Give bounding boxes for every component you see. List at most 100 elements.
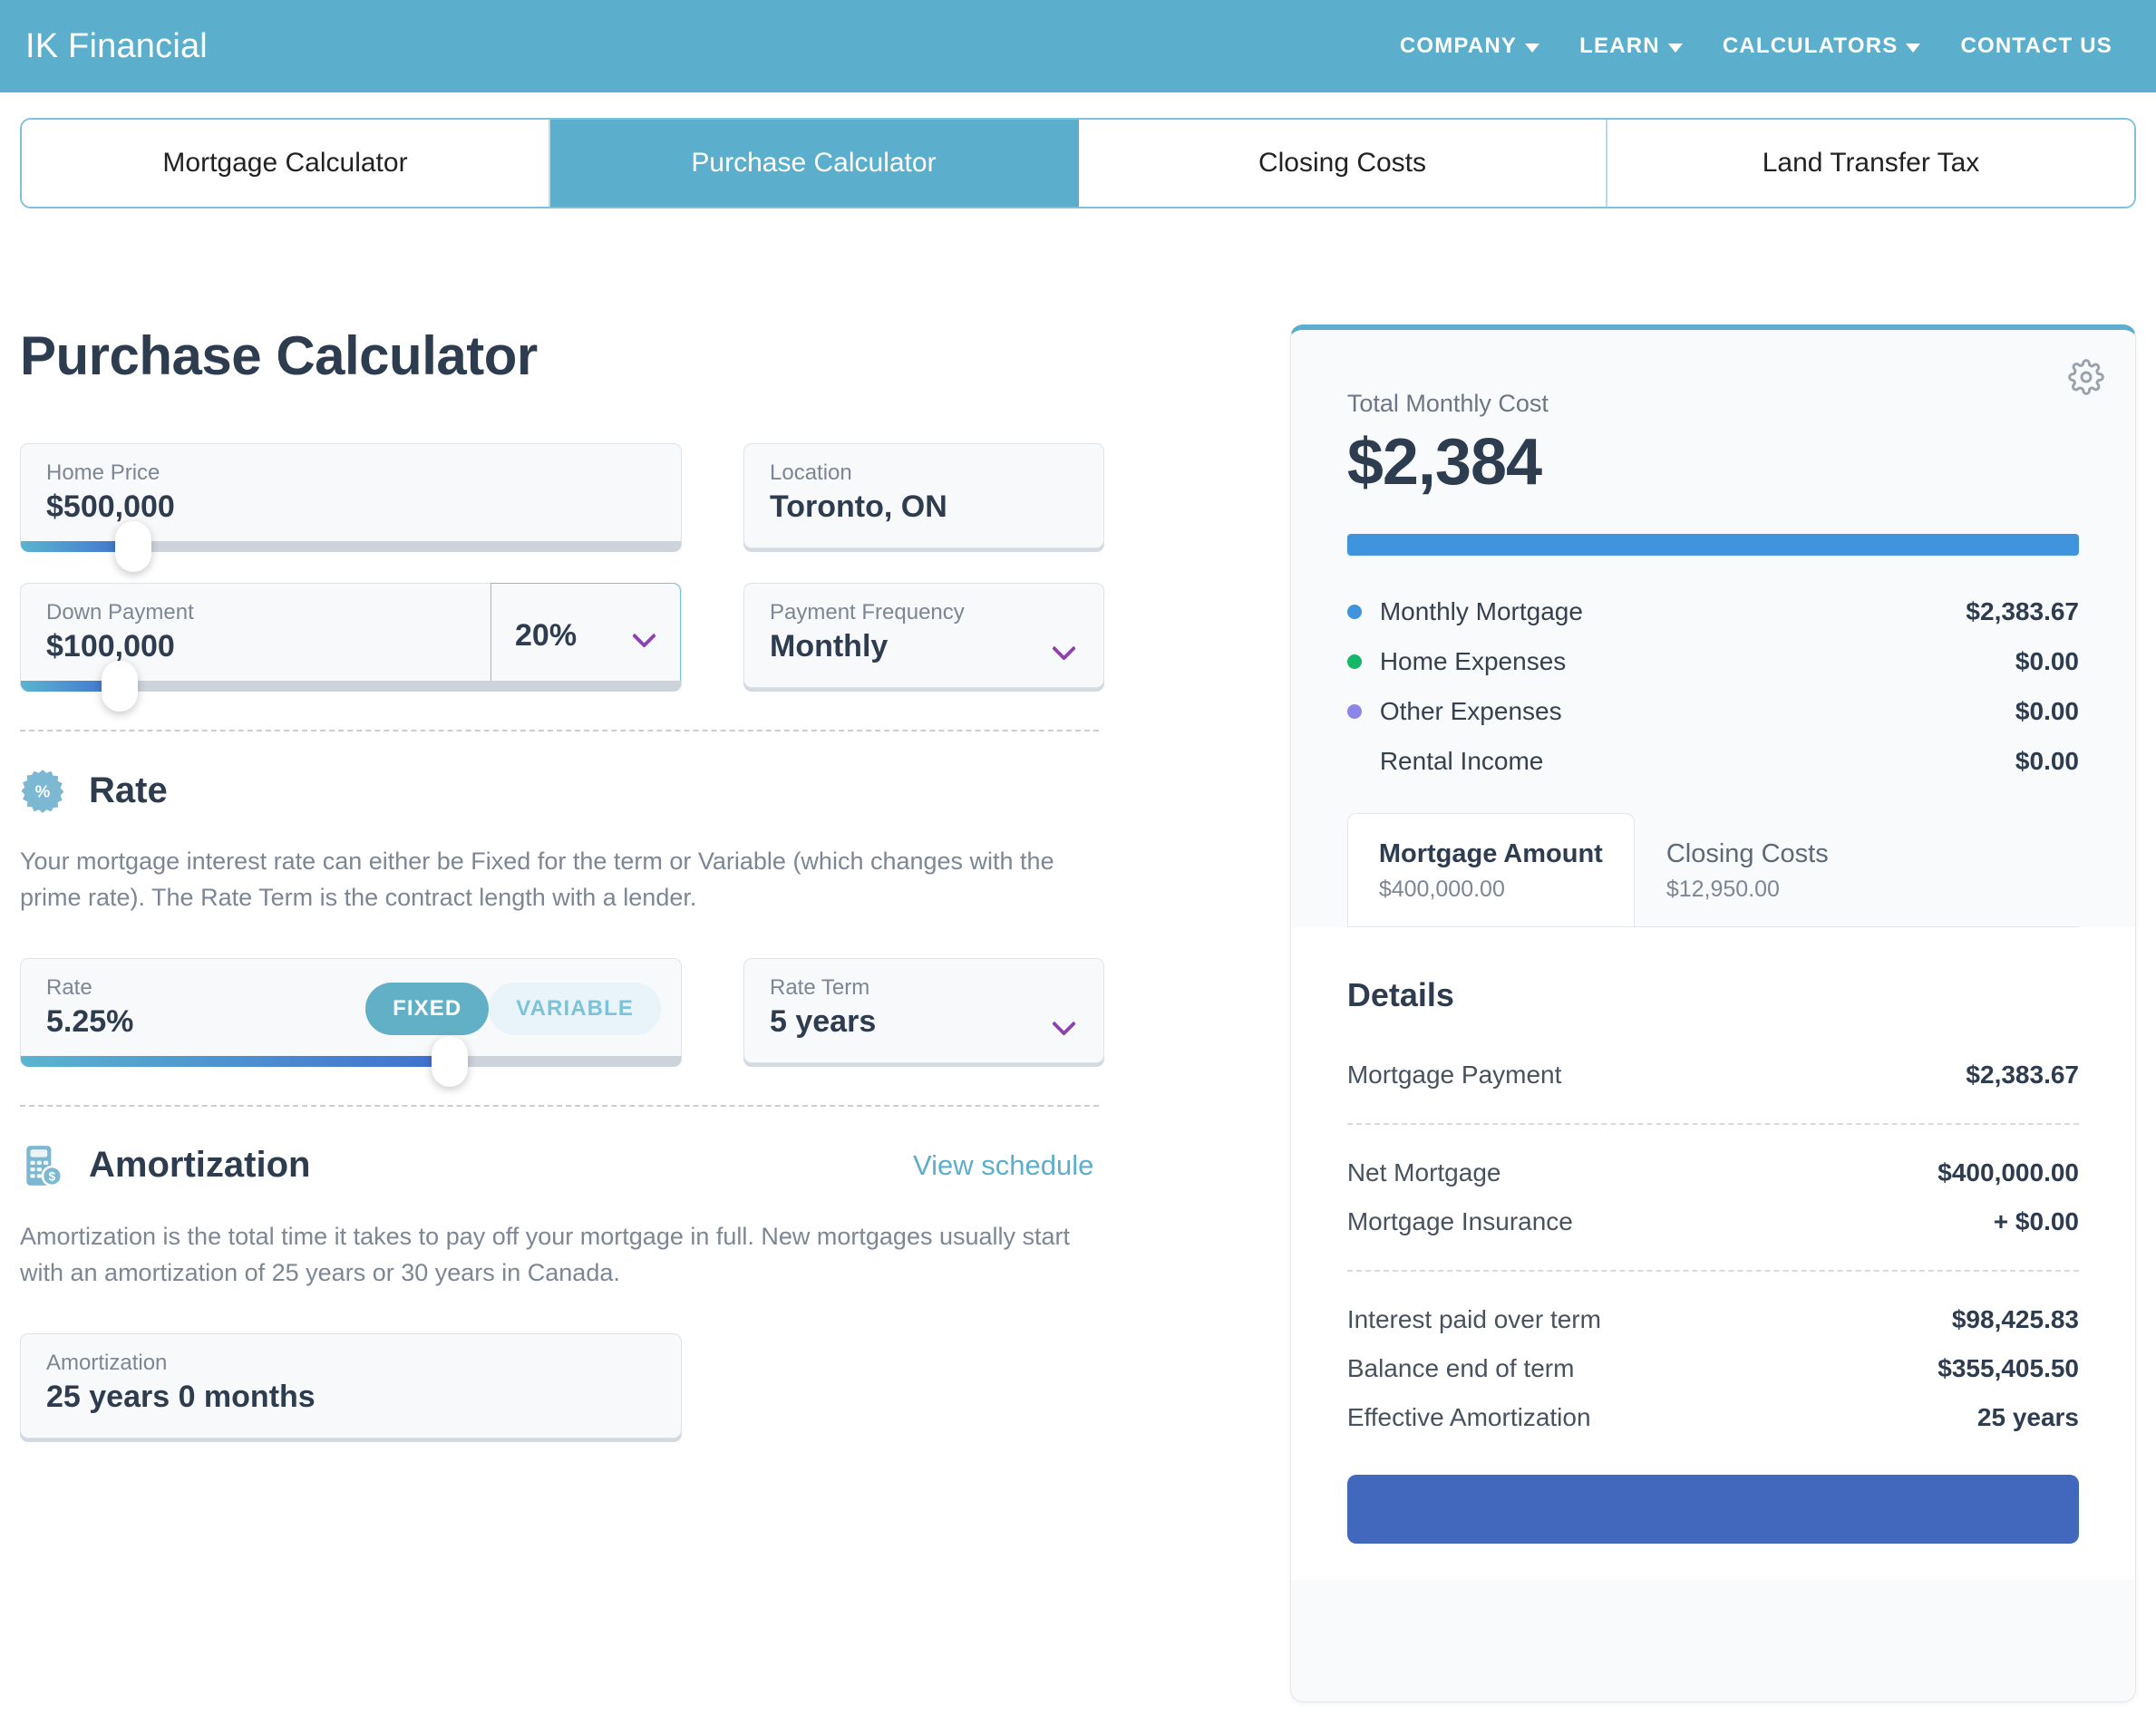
calculator-dollar-icon: $ bbox=[26, 1146, 63, 1187]
results-summary: Total Monthly Cost $2,384 Monthly Mortga… bbox=[1291, 330, 2135, 927]
inner-tab-mortgage-amount[interactable]: Mortgage Amount $400,000.00 bbox=[1346, 813, 1635, 926]
gear-icon[interactable] bbox=[2068, 359, 2104, 395]
rate-term-label: Rate Term bbox=[770, 974, 870, 1000]
results-card: Total Monthly Cost $2,384 Monthly Mortga… bbox=[1289, 324, 2136, 1702]
nav-item-contact-us[interactable]: CONTACT US bbox=[1960, 34, 2112, 59]
view-schedule-link[interactable]: View schedule bbox=[913, 1149, 1093, 1182]
inner-tab-title: Closing Costs bbox=[1666, 839, 1829, 868]
rate-type-fixed-button[interactable]: FIXED bbox=[365, 982, 490, 1035]
nav-item-company[interactable]: COMPANY bbox=[1400, 34, 1540, 59]
rate-field[interactable]: Rate 5.25% FIXED VARIABLE bbox=[20, 957, 682, 1087]
nav-item-learn[interactable]: LEARN bbox=[1579, 34, 1683, 59]
down-payment-percent-select[interactable]: 20% bbox=[490, 583, 681, 688]
rate-term-value: 5 years bbox=[770, 1003, 877, 1039]
tab-closing-costs[interactable]: Closing Costs bbox=[1079, 120, 1607, 207]
detail-row-mortgage-insurance: Mortgage Insurance + $0.00 bbox=[1347, 1197, 2079, 1246]
rate-section-description: Your mortgage interest rate can either b… bbox=[20, 847, 1054, 911]
amortization-section-header: $ Amortization View schedule bbox=[20, 1143, 1274, 1188]
rate-slider[interactable] bbox=[21, 1035, 681, 1087]
tab-land-transfer-tax[interactable]: Land Transfer Tax bbox=[1607, 120, 2134, 207]
home-price-slider[interactable] bbox=[21, 521, 681, 572]
detail-amount: 25 years bbox=[1976, 1403, 2079, 1431]
chevron-down-icon bbox=[1525, 43, 1540, 53]
section-divider bbox=[20, 1104, 1099, 1107]
row-down-payment: Down Payment $100,000 20% Payment Freque… bbox=[20, 583, 1274, 712]
total-monthly-cost-value: $2,384 bbox=[1346, 426, 1542, 499]
amortization-field[interactable]: Amortization 25 years 0 months bbox=[20, 1332, 682, 1438]
section-divider bbox=[20, 730, 1099, 731]
details-title: Details bbox=[1346, 976, 1454, 1013]
detail-label: Effective Amortization bbox=[1346, 1403, 1591, 1431]
slider-fill bbox=[21, 1055, 451, 1067]
nav-label: CONTACT US bbox=[1960, 34, 2112, 58]
svg-text:%: % bbox=[35, 781, 51, 800]
breakdown-label: Other Expenses bbox=[1379, 696, 1562, 725]
nav-label: LEARN bbox=[1579, 34, 1660, 58]
total-monthly-cost-label: Total Monthly Cost bbox=[1346, 390, 1549, 417]
legend-dot-placeholder bbox=[1347, 754, 1362, 769]
detail-amount: $98,425.83 bbox=[1951, 1305, 2079, 1333]
detail-amount: $355,405.50 bbox=[1937, 1354, 2079, 1382]
amortization-label: Amortization bbox=[46, 1350, 168, 1375]
site-header: IK Financial COMPANY LEARN CALCULATORS C… bbox=[0, 0, 2156, 92]
detail-label: Mortgage Insurance bbox=[1346, 1207, 1573, 1235]
page-title: Purchase Calculator bbox=[20, 325, 538, 386]
tab-mortgage-calculator[interactable]: Mortgage Calculator bbox=[22, 120, 550, 207]
percent-badge-icon: % bbox=[21, 770, 64, 813]
legend-dot-icon bbox=[1346, 654, 1362, 669]
legend-dot-icon bbox=[1346, 703, 1362, 719]
location-field[interactable]: Location Toronto, ON bbox=[743, 443, 1104, 548]
amortization-section-description: Amortization is the total time it takes … bbox=[20, 1222, 1071, 1286]
rate-type-variable-button[interactable]: VARIABLE bbox=[489, 982, 661, 1035]
payment-frequency-label: Payment Frequency bbox=[770, 600, 965, 625]
nav-label: CALCULATORS bbox=[1722, 34, 1899, 58]
main-navigation: COMPANY LEARN CALCULATORS CONTACT US bbox=[1400, 34, 2131, 59]
nav-item-calculators[interactable]: CALCULATORS bbox=[1723, 34, 1921, 59]
home-price-value[interactable]: $500,000 bbox=[46, 489, 175, 525]
inner-tab-title: Mortgage Amount bbox=[1378, 839, 1603, 868]
rate-term-field[interactable]: Rate Term 5 years bbox=[743, 957, 1104, 1063]
payment-frequency-field[interactable]: Payment Frequency Monthly bbox=[743, 583, 1104, 688]
detail-label: Interest paid over term bbox=[1346, 1305, 1601, 1333]
detail-amount: $400,000.00 bbox=[1937, 1158, 2079, 1186]
home-price-field[interactable]: Home Price $500,000 bbox=[20, 443, 682, 572]
detail-row-interest-paid-over-term: Interest paid over term $98,425.83 bbox=[1347, 1295, 2079, 1344]
rate-type-toggle: FIXED VARIABLE bbox=[365, 982, 661, 1035]
rate-section-header: % Rate bbox=[20, 768, 1274, 813]
amortization-value[interactable]: 25 years 0 months bbox=[46, 1380, 316, 1415]
tab-purchase-calculator[interactable]: Purchase Calculator bbox=[550, 120, 1079, 207]
chevron-down-icon bbox=[1667, 43, 1683, 53]
breakdown-row-rental-income: Rental Income $0.00 bbox=[1347, 736, 2079, 786]
row-home-price: Home Price $500,000 Location Toronto, ON bbox=[20, 443, 1274, 572]
details-divider bbox=[1346, 1270, 2079, 1272]
breakdown-label: Rental Income bbox=[1379, 746, 1544, 775]
breakdown-amount: $2,383.67 bbox=[1966, 596, 2079, 625]
down-payment-value[interactable]: $100,000 bbox=[46, 629, 175, 664]
slider-handle[interactable] bbox=[102, 661, 139, 712]
rate-section-title: Rate bbox=[89, 770, 168, 810]
inner-tab-amount: $400,000.00 bbox=[1378, 877, 1505, 902]
detail-row-mortgage-payment: Mortgage Payment $2,383.67 bbox=[1347, 1051, 2079, 1099]
detail-label: Mortgage Payment bbox=[1346, 1061, 1562, 1089]
results-inner-tabs: Mortgage Amount $400,000.00 Closing Cost… bbox=[1346, 813, 2079, 927]
down-payment-percent-value: 20% bbox=[515, 617, 578, 653]
primary-cta-button[interactable] bbox=[1346, 1475, 2079, 1544]
chevron-down-icon bbox=[1906, 43, 1921, 53]
amortization-section-title: Amortization bbox=[89, 1145, 311, 1186]
slider-handle[interactable] bbox=[114, 521, 151, 572]
brand-logo[interactable]: IK Financial bbox=[25, 27, 208, 66]
payment-frequency-value: Monthly bbox=[770, 629, 889, 663]
results-column: Total Monthly Cost $2,384 Monthly Mortga… bbox=[1289, 324, 2136, 1702]
down-payment-field[interactable]: Down Payment $100,000 20% bbox=[20, 583, 682, 712]
rate-value[interactable]: 5.25% bbox=[46, 1004, 133, 1040]
detail-label: Balance end of term bbox=[1346, 1354, 1575, 1382]
inner-tab-closing-costs[interactable]: Closing Costs $12,950.00 bbox=[1635, 813, 1860, 926]
chevron-down-icon bbox=[633, 624, 656, 647]
breakdown-amount: $0.00 bbox=[2015, 696, 2079, 725]
down-payment-slider[interactable] bbox=[21, 661, 681, 712]
slider-handle[interactable] bbox=[432, 1035, 469, 1087]
breakdown-row-home-expenses: Home Expenses $0.00 bbox=[1346, 636, 2079, 686]
cost-breakdown-bar bbox=[1346, 534, 2079, 556]
location-value[interactable]: Toronto, ON bbox=[770, 489, 947, 525]
home-price-label: Home Price bbox=[46, 460, 160, 485]
